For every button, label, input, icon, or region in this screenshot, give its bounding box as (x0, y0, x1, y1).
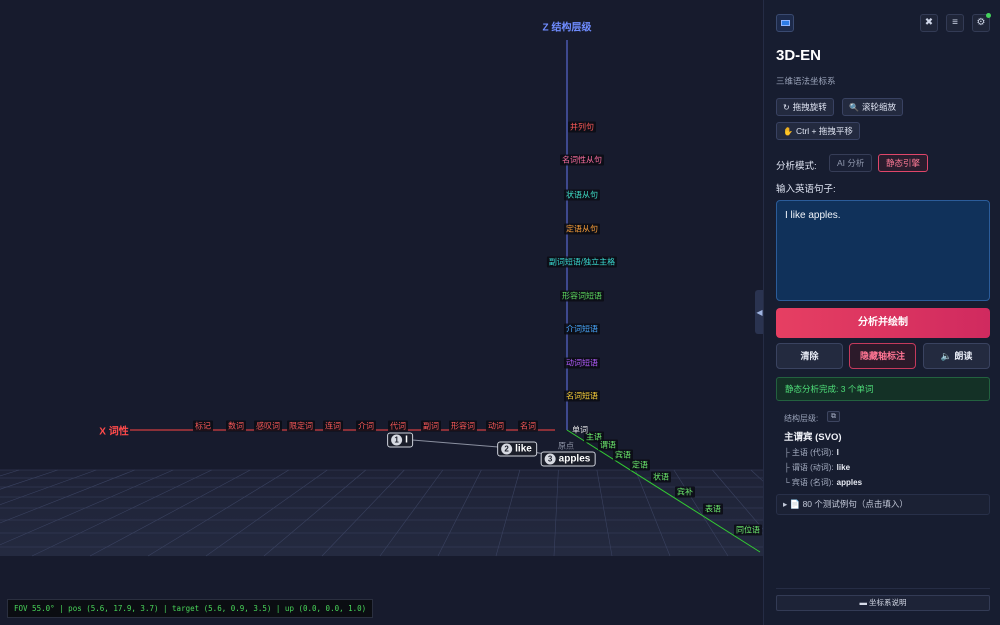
y-axis-label: 同位语 (734, 524, 762, 536)
x-axis-label: 副词 (421, 420, 441, 432)
word-text: like (515, 443, 532, 455)
y-axis-label: 表语 (703, 503, 723, 515)
structure-level-label: 结构层级: (784, 414, 819, 423)
x-axis-label: 名词 (518, 420, 538, 432)
z-axis-label: 动词短语 (564, 357, 600, 369)
hint-ctrl-pan: ✋ Ctrl + 拖拽平移 (776, 122, 860, 140)
x-axis-label: 形容词 (449, 420, 477, 432)
z-axis-label: 状语从句 (564, 189, 600, 201)
x-axis-label: 限定词 (287, 420, 315, 432)
zoom-icon: 🔍 (849, 103, 859, 112)
mode-static-button[interactable]: 静态引擎 (878, 154, 929, 172)
structure-name: 主谓宾 (SVO) (784, 432, 842, 443)
app-logo-icon (776, 14, 794, 32)
hint-drag-rotate: ↻ 拖拽旋转 (776, 98, 834, 116)
layers-icon[interactable]: ≡ (946, 14, 964, 32)
y-axis-label: 状语 (651, 471, 671, 483)
structure-row-object: └ 宾语 (名词): apples (784, 477, 862, 488)
app-title: 3D-EN (776, 47, 822, 64)
role-label: ├ 主语 (代词): (784, 448, 834, 457)
control-panel: ✖ ≡ ⚙ 3D-EN 三维语法坐标系 ↻ 拖拽旋转 🔍 滚轮缩放 ✋ Ctrl + … (763, 0, 1000, 625)
hint-label: Ctrl + 拖拽平移 (795, 126, 853, 136)
word-node-3[interactable]: 3 apples (540, 451, 596, 467)
scene-canvas[interactable] (0, 0, 763, 625)
hint-label: 滚轮缩放 (861, 102, 896, 112)
example-sentences-toggle[interactable]: ▸ 📄 80 个测试例句（点击填入） (776, 494, 990, 515)
x-axis-label: 数词 (226, 420, 246, 432)
camera-status-readout: FOV 55.0° | pos (5.6, 17.9, 3.7) | targe… (7, 599, 374, 618)
z-axis-label: 介词短语 (564, 323, 600, 335)
y-axis-label: 宾补 (675, 486, 695, 498)
online-dot (986, 13, 991, 18)
z-axis-label: 名词性从句 (560, 154, 604, 166)
rotate-icon: ↻ (783, 103, 790, 112)
panel-topbar: ✖ ≡ ⚙ (776, 13, 991, 32)
role-label: ├ 谓语 (动词): (784, 463, 834, 472)
sentence-input-label: 输入英语句子: (776, 184, 836, 195)
structure-row-subject: ├ 主语 (代词): I (784, 447, 839, 458)
word-index-badge: 2 (501, 443, 513, 455)
word-index-badge: 3 (544, 453, 556, 465)
z-axis-label: 并列句 (568, 121, 596, 133)
z-axis-label: 定语从句 (564, 223, 600, 235)
word-node-1[interactable]: 1 I (387, 432, 413, 448)
hand-icon: ✋ (783, 127, 793, 136)
x-axis-title: X 词性 (99, 426, 129, 438)
word-index-badge: 1 (391, 434, 403, 446)
x-axis-label: 代词 (388, 420, 408, 432)
chevron-left-icon: ◀ (756, 307, 763, 317)
y-axis-label: 定语 (630, 459, 650, 471)
hint-label: 拖拽旋转 (792, 102, 827, 112)
settings-gear-icon[interactable]: ⚙ (972, 13, 991, 32)
word-text: apples (558, 453, 591, 465)
analysis-mode-label: 分析模式: (776, 161, 817, 172)
analyze-draw-button[interactable]: 分析并绘制 (776, 308, 990, 338)
x-axis-label: 标记 (193, 420, 213, 432)
word-node-2[interactable]: 2 like (497, 441, 537, 457)
origin-label: 原点 (558, 441, 574, 451)
role-word: I (836, 448, 839, 457)
z-axis-label: 形容词短语 (560, 290, 604, 302)
app-subtitle: 三维语法坐标系 (776, 76, 836, 86)
copy-icon[interactable]: ⧉ (827, 411, 840, 422)
z-axis-label: 名词短语 (564, 390, 600, 402)
clear-button[interactable]: 清除 (776, 343, 843, 369)
read-aloud-button[interactable]: 🔈 朗读 (923, 343, 990, 369)
z-axis-label: 副词短语/独立主格 (546, 256, 618, 268)
tools-icon[interactable]: ✖ (920, 14, 938, 32)
z-axis-title: Z 结构层级 (542, 22, 592, 34)
3d-viewport[interactable]: Z 结构层级 X 词性 并列句 名词性从句 状语从句 定语从句 副词短语/独立主格 形容词… (0, 0, 763, 625)
mode-ai-button[interactable]: AI 分析 (829, 154, 873, 172)
sentence-input[interactable]: I like apples. (776, 200, 990, 301)
role-word: like (836, 463, 851, 472)
hint-wheel-zoom: 🔍 滚轮缩放 (842, 98, 903, 116)
x-axis-label: 感叹词 (254, 420, 282, 432)
structure-row-predicate: ├ 谓语 (动词): like (784, 462, 850, 473)
origin-single-label: 单词 (572, 425, 588, 435)
x-axis-label: 连词 (323, 420, 343, 432)
coordinate-help-button[interactable]: ▬ 坐标系说明 (776, 595, 990, 611)
word-text: I (405, 434, 408, 446)
x-axis-label: 动词 (486, 420, 506, 432)
hide-axis-labels-button[interactable]: 隐藏轴标注 (849, 343, 916, 369)
divider (776, 588, 990, 589)
x-axis-label: 介词 (356, 420, 376, 432)
role-label: └ 宾语 (名词): (784, 478, 834, 487)
role-word: apples (836, 478, 863, 487)
analysis-status: 静态分析完成: 3 个单词 (776, 377, 990, 401)
